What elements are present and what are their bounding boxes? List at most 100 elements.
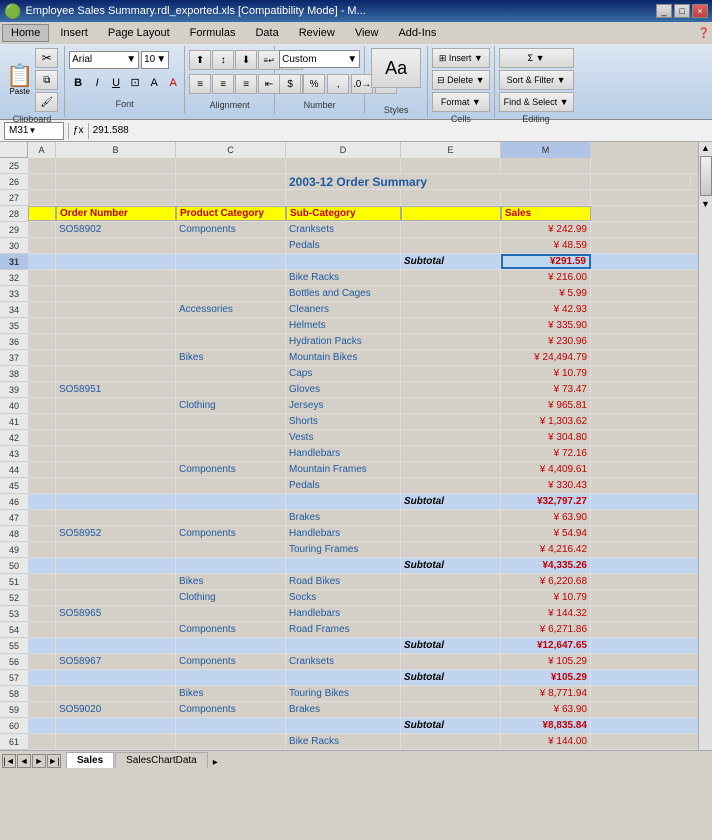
grid-cell-D[interactable]: Pedals [286, 238, 401, 253]
underline-button[interactable]: U [107, 74, 125, 92]
tab-nav-prev[interactable]: ◄ [17, 754, 31, 768]
grid-cell-A[interactable] [28, 382, 56, 397]
grid-cell-D[interactable] [286, 558, 401, 573]
grid-cell-B[interactable] [56, 318, 176, 333]
grid-cell-M[interactable]: ¥ 4,409.61 [501, 462, 591, 477]
grid-cell-D[interactable]: Cranksets [286, 222, 401, 237]
grid-cell-D[interactable]: Road Frames [286, 622, 401, 637]
grid-cell-E[interactable] [401, 270, 501, 285]
grid-cell-A[interactable] [28, 686, 56, 701]
grid-cell-M[interactable]: ¥ 63.90 [501, 510, 591, 525]
row-header[interactable]: 38 [0, 366, 28, 382]
grid-cell-M[interactable]: Sales [501, 206, 591, 221]
styles-button[interactable]: Aa [371, 48, 421, 88]
row-header[interactable]: 40 [0, 398, 28, 414]
copy-button[interactable]: ⧉ [35, 70, 58, 90]
grid-cell-B[interactable]: SO58952 [56, 526, 176, 541]
grid-cell-A[interactable] [28, 638, 56, 653]
grid-cell-D[interactable] [286, 670, 401, 685]
border-button[interactable]: ⊡ [126, 74, 144, 92]
grid-cell-D[interactable]: 2003-12 Order Summary [286, 174, 591, 189]
grid-cell-D[interactable]: Pedals [286, 478, 401, 493]
menu-formulas[interactable]: Formulas [181, 24, 245, 42]
grid-cell-M[interactable]: ¥ 4,216.42 [501, 542, 591, 557]
grid-cell-C[interactable] [176, 670, 286, 685]
grid-cell-C[interactable] [176, 382, 286, 397]
grid-cell-D[interactable]: Helmets [286, 318, 401, 333]
grid-cell-B[interactable] [56, 718, 176, 733]
grid-cell-A[interactable] [28, 414, 56, 429]
grid-cell-A[interactable] [28, 206, 56, 221]
grid-cell-C[interactable] [176, 734, 286, 749]
row-header[interactable]: 34 [0, 302, 28, 318]
menu-home[interactable]: Home [2, 24, 49, 42]
maximize-button[interactable]: □ [674, 4, 690, 18]
grid-cell-C[interactable]: Components [176, 526, 286, 541]
row-header[interactable]: 54 [0, 622, 28, 638]
align-top-button[interactable]: ⬆ [189, 50, 211, 70]
grid-cell-E[interactable] [401, 686, 501, 701]
grid-cell-B[interactable] [56, 286, 176, 301]
find-select-button[interactable]: Find & Select ▼ [499, 92, 574, 112]
number-format-dropdown[interactable]: Custom ▼ [279, 50, 360, 68]
grid-cell-A[interactable] [28, 158, 56, 173]
grid-cell-E[interactable] [401, 590, 501, 605]
grid-cell-E[interactable] [401, 318, 501, 333]
fill-color-button[interactable]: A [145, 74, 163, 92]
grid-cell-M[interactable]: ¥ 230.96 [501, 334, 591, 349]
grid-cell-M[interactable]: ¥ 335.90 [501, 318, 591, 333]
bold-button[interactable]: B [69, 74, 87, 92]
grid-cell-C[interactable] [176, 286, 286, 301]
grid-cell-C[interactable] [176, 334, 286, 349]
grid-cell-B[interactable]: Order Number [56, 206, 176, 221]
sheet-tab-sales[interactable]: Sales [66, 752, 114, 768]
grid-cell-A[interactable] [28, 542, 56, 557]
grid-cell-C[interactable]: Product Category [176, 206, 286, 221]
grid-cell-E[interactable] [401, 302, 501, 317]
grid-cell-D[interactable]: Cranksets [286, 654, 401, 669]
grid-cell-D[interactable]: Handlebars [286, 606, 401, 621]
font-size-dropdown-icon[interactable]: ▼ [156, 54, 166, 65]
close-button[interactable]: × [692, 4, 708, 18]
grid-cell-A[interactable] [28, 398, 56, 413]
grid-cell-C[interactable] [176, 318, 286, 333]
sort-filter-button[interactable]: Sort & Filter ▼ [499, 70, 574, 90]
grid-cell-M[interactable]: ¥12,647.65 [501, 638, 591, 653]
grid-cell-C[interactable]: Components [176, 702, 286, 717]
grid-cell-E[interactable] [401, 526, 501, 541]
grid-cell-E[interactable] [401, 430, 501, 445]
grid-cell-D[interactable]: Bike Racks [286, 270, 401, 285]
menu-page-layout[interactable]: Page Layout [99, 24, 179, 42]
grid-cell-E[interactable] [401, 286, 501, 301]
grid-cell-D[interactable]: Sub-Category [286, 206, 401, 221]
grid-cell-C[interactable] [176, 174, 286, 189]
grid-cell-D[interactable]: Touring Frames [286, 542, 401, 557]
grid-cell-E[interactable] [401, 206, 501, 221]
grid-cell-D[interactable] [286, 494, 401, 509]
grid-cell-B[interactable] [56, 558, 176, 573]
grid-cell-E[interactable] [401, 574, 501, 589]
row-header[interactable]: 53 [0, 606, 28, 622]
grid-cell-C[interactable] [176, 430, 286, 445]
grid-cell-M[interactable]: ¥ 304.80 [501, 430, 591, 445]
menu-addins[interactable]: Add-Ins [389, 24, 445, 42]
grid-cell-B[interactable]: SO58951 [56, 382, 176, 397]
grid-cell-B[interactable]: SO58967 [56, 654, 176, 669]
row-header[interactable]: 31 [0, 254, 28, 270]
grid-cell-E[interactable] [401, 190, 501, 205]
grid-cell-B[interactable] [56, 574, 176, 589]
grid-cell-C[interactable] [176, 494, 286, 509]
grid-cell-D[interactable]: Handlebars [286, 446, 401, 461]
grid-cell-B[interactable] [56, 190, 176, 205]
grid-cell-A[interactable] [28, 494, 56, 509]
grid-cell-D[interactable] [286, 158, 401, 173]
row-header[interactable]: 48 [0, 526, 28, 542]
menu-review[interactable]: Review [290, 24, 344, 42]
row-header[interactable]: 49 [0, 542, 28, 558]
row-header[interactable]: 55 [0, 638, 28, 654]
help-icon[interactable]: ❓ [698, 28, 710, 39]
grid-cell-E[interactable]: Subtotal [401, 638, 501, 653]
delete-button[interactable]: ⊟ Delete ▼ [432, 70, 489, 90]
row-header[interactable]: 37 [0, 350, 28, 366]
grid-cell-M[interactable] [501, 190, 591, 205]
